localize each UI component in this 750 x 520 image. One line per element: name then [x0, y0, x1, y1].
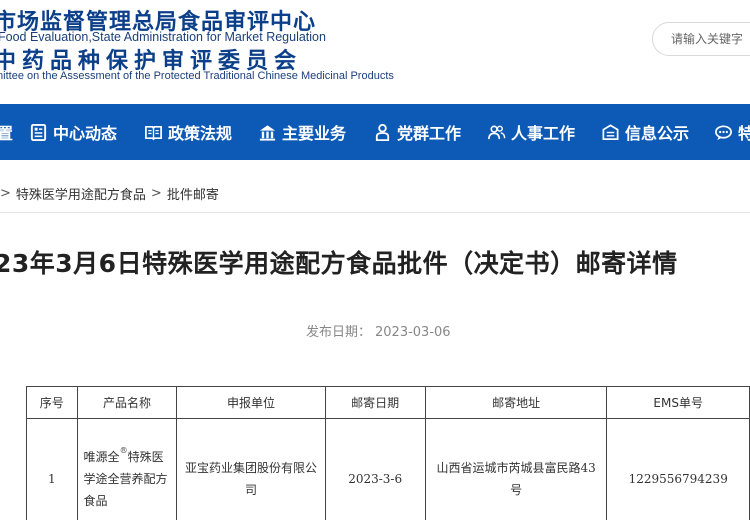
nav-item-label: 政策法规	[168, 124, 233, 143]
cell-address: 山西省运城市芮城县富民路43号	[424, 418, 608, 520]
nav-item-special[interactable]: 特	[713, 104, 750, 160]
cell-applicant: 亚宝药业集团股份有限公司	[176, 418, 326, 520]
column-header-applicant: 申报单位	[176, 386, 326, 419]
publish-date: 发布日期： 2023-03-06	[306, 321, 451, 340]
breadcrumb: > 特殊医学用途配方食品 > 批件邮寄	[0, 178, 750, 208]
cell-ems: 1229556794239	[606, 418, 750, 520]
mailing-table: 序号 产品名称 申报单位 邮寄日期 邮寄地址 EMS单号 1 唯源全®特殊医学途…	[26, 386, 750, 520]
search-box	[652, 22, 750, 56]
nav-item-home[interactable]: 置	[0, 104, 13, 160]
nav-item-label: 置	[0, 124, 14, 143]
news-icon	[28, 122, 48, 142]
page-title: 23年3月6日特殊医学用途配方食品批件（决定书）邮寄详情	[0, 249, 678, 278]
nav-item-label: 特	[738, 124, 750, 143]
chat-icon	[713, 122, 733, 142]
column-header-ems: EMS单号	[606, 386, 750, 419]
content-divider	[0, 212, 750, 213]
nav-item-label: 中心动态	[53, 124, 118, 143]
nav-item-disclosure[interactable]: 信息公示	[600, 104, 689, 160]
brand-title-en: Food Evaluation,State Administration for…	[0, 30, 326, 44]
nav-item-business[interactable]: 主要业务	[257, 104, 346, 160]
cell-mail-date: 2023-3-6	[324, 418, 426, 520]
nav-item-party[interactable]: 党群工作	[372, 104, 461, 160]
nav-item-label: 党群工作	[397, 124, 462, 143]
registered-mark: ®	[119, 445, 128, 455]
publish-date-label: 发布日期：	[306, 325, 372, 340]
breadcrumb-link-mailing[interactable]: 批件邮寄	[167, 184, 219, 203]
breadcrumb-separator: >	[150, 185, 162, 201]
product-name-part1: 唯源全	[83, 449, 120, 464]
main-nav: 置 中心动态 政策法规 主要业务 党群工作 人事工作 信息公示 特	[0, 104, 750, 160]
brand-subtitle-en: mittee on the Assessment of the Protecte…	[0, 70, 394, 82]
column-header-address: 邮寄地址	[424, 386, 608, 419]
publish-date-value: 2023-03-06	[375, 325, 451, 340]
nav-item-personnel[interactable]: 人事工作	[486, 104, 575, 160]
people-icon	[486, 122, 506, 142]
table-row: 1 唯源全®特殊医学途全营养配方食品 亚宝药业集团股份有限公司 2023-3-6…	[26, 418, 750, 520]
nav-item-label: 人事工作	[511, 124, 576, 143]
column-header-index: 序号	[26, 386, 78, 419]
column-header-mail-date: 邮寄日期	[324, 386, 426, 419]
building-icon	[257, 122, 277, 142]
nav-item-label: 主要业务	[282, 124, 347, 143]
cell-index: 1	[26, 418, 78, 520]
cell-product: 唯源全®特殊医学途全营养配方食品	[76, 418, 178, 520]
search-input[interactable]	[653, 23, 750, 55]
nav-item-label: 信息公示	[625, 124, 690, 143]
site-logo[interactable]: 市场监督管理总局食品审评中心 Food Evaluation,State Adm…	[0, 4, 394, 100]
nav-item-policy[interactable]: 政策法规	[143, 104, 232, 160]
nav-item-center-news[interactable]: 中心动态	[28, 104, 117, 160]
table-header-row: 序号 产品名称 申报单位 邮寄日期 邮寄地址 EMS单号	[26, 386, 750, 419]
breadcrumb-separator: >	[0, 185, 11, 201]
column-header-product: 产品名称	[76, 386, 178, 419]
breadcrumb-link-special-food[interactable]: 特殊医学用途配方食品	[16, 184, 146, 203]
site-header: 市场监督管理总局食品审评中心 Food Evaluation,State Adm…	[0, 0, 750, 104]
notice-icon	[600, 122, 620, 142]
book-icon	[143, 122, 163, 142]
person-icon	[372, 122, 392, 142]
